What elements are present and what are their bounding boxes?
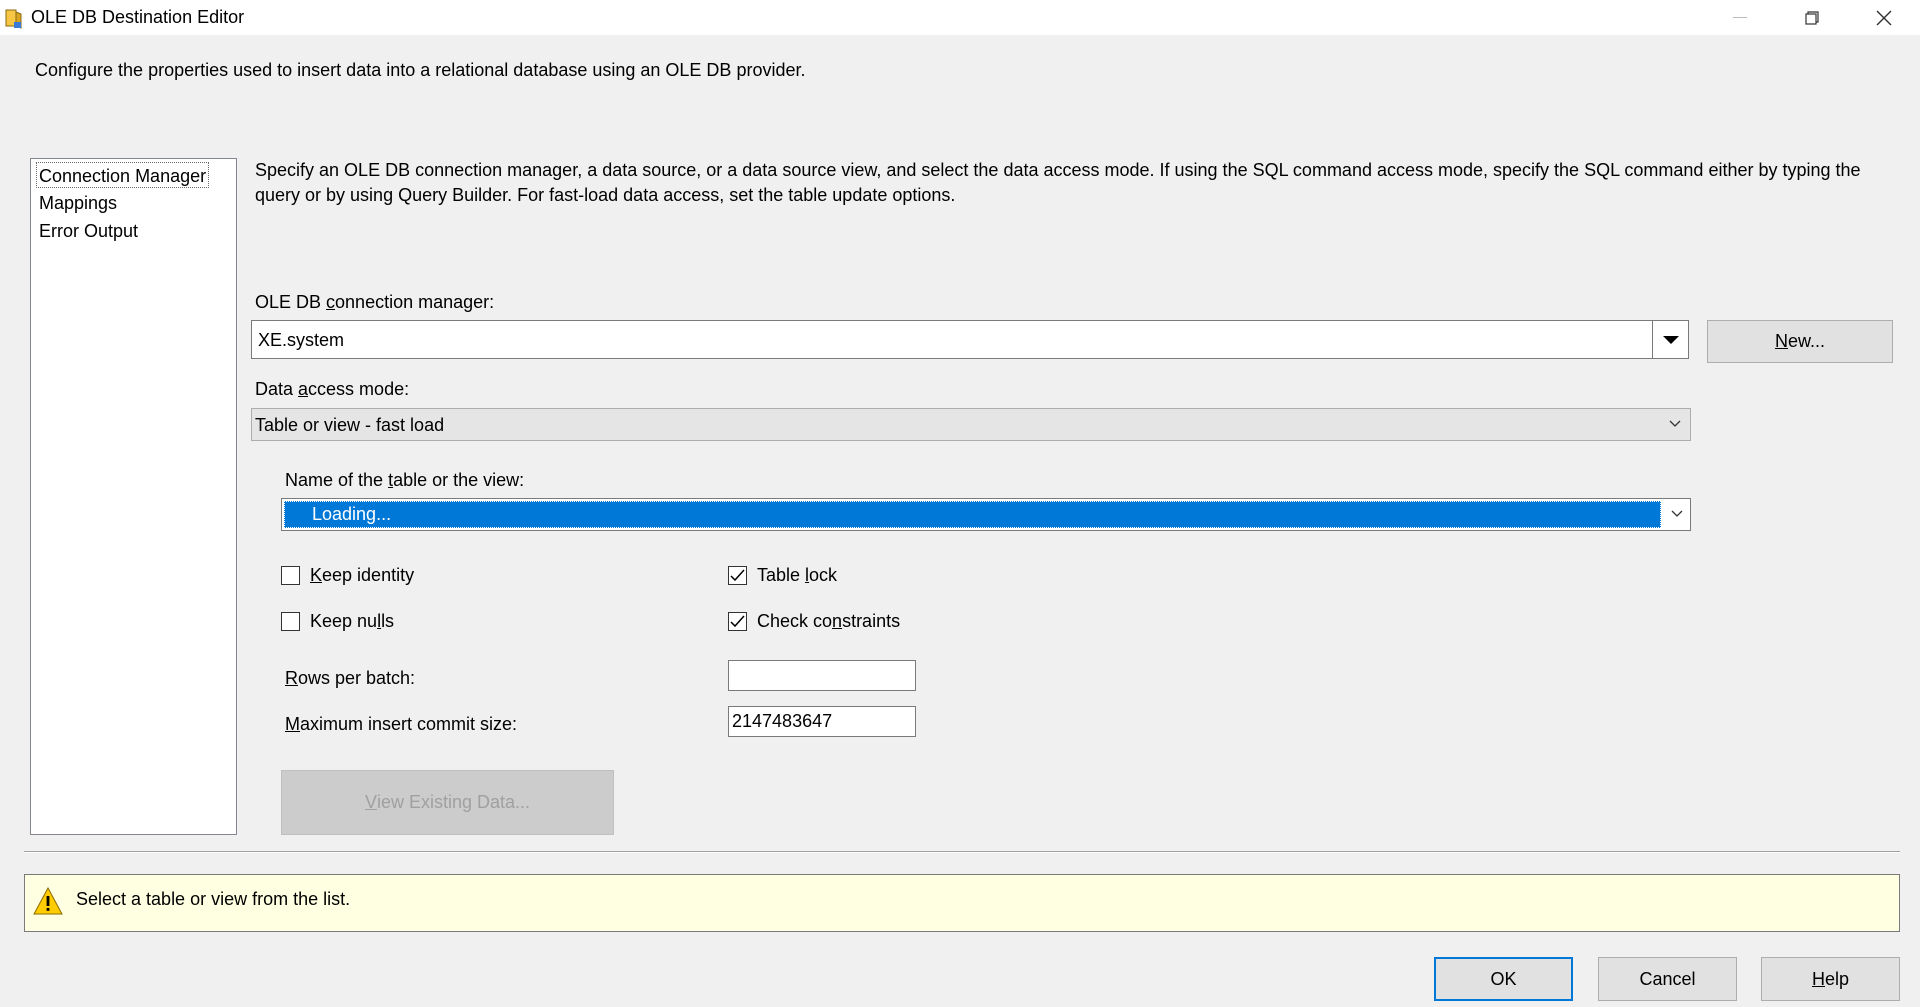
data-access-mode-label: Data access mode: <box>255 379 410 399</box>
view-existing-data-button[interactable]: View Existing Data... <box>281 770 614 835</box>
ssis-destination-icon <box>5 8 22 29</box>
checkmark-icon <box>730 569 745 582</box>
checkbox-box[interactable] <box>728 566 747 585</box>
checkmark-icon <box>730 615 745 628</box>
ok-button[interactable]: OK <box>1434 957 1573 1001</box>
cancel-button[interactable]: Cancel <box>1598 957 1737 1001</box>
table-name-value: Loading... <box>312 504 392 524</box>
warning-icon <box>33 886 63 920</box>
window-title: OLE DB Destination Editor <box>31 7 245 27</box>
ole-db-destination-editor-window: OLE DB Destination Editor Configure the … <box>0 0 1920 1007</box>
keep-nulls-checkbox[interactable]: Keep nulls <box>281 611 394 632</box>
data-access-mode-select[interactable]: Table or view - fast load <box>251 408 1691 441</box>
message-bar: Select a table or view from the list. <box>24 874 1900 932</box>
connection-manager-label: OLE DB connection manager: <box>255 292 495 312</box>
chevron-down-icon <box>1668 415 1682 436</box>
keep-identity-checkbox[interactable]: Keep identity <box>281 565 414 586</box>
triangle-down-icon <box>1662 329 1680 350</box>
restore-button[interactable] <box>1784 0 1840 35</box>
keep-identity-label: Keep identity <box>310 565 415 585</box>
title-bar: OLE DB Destination Editor <box>0 0 1920 35</box>
message-text: Select a table or view from the list. <box>76 889 351 909</box>
checkbox-box[interactable] <box>728 612 747 631</box>
page-description: Specify an OLE DB connection manager, a … <box>255 160 1861 205</box>
table-name-label: Name of the table or the view: <box>285 470 525 490</box>
max-insert-commit-label: Maximum insert commit size: <box>285 714 518 734</box>
nav-item-connection-manager[interactable]: Connection Manager <box>36 162 210 188</box>
connection-manager-value: XE.system <box>258 330 345 350</box>
check-constraints-checkbox[interactable]: Check constraints <box>728 611 900 632</box>
table-lock-label: Table lock <box>757 565 838 585</box>
table-lock-checkbox[interactable]: Table lock <box>728 565 837 586</box>
header-description: Configure the properties used to insert … <box>35 60 806 80</box>
nav-item-mappings[interactable]: Mappings <box>37 190 119 216</box>
keep-nulls-label: Keep nulls <box>310 611 395 631</box>
page-navigation-list: Connection Manager Mappings Error Output <box>30 158 237 835</box>
separator <box>24 851 1900 853</box>
max-insert-commit-input[interactable]: 2147483647 <box>728 706 916 737</box>
chevron-down-icon[interactable] <box>1670 505 1684 526</box>
new-connection-button[interactable]: New... <box>1707 320 1893 363</box>
close-button[interactable] <box>1856 0 1912 35</box>
minimize-button[interactable] <box>1712 0 1768 35</box>
data-access-mode-value: Table or view - fast load <box>255 415 445 435</box>
connection-manager-combobox[interactable]: XE.system <box>251 320 1689 359</box>
check-constraints-label: Check constraints <box>757 611 901 631</box>
checkbox-box[interactable] <box>281 612 300 631</box>
table-name-combobox[interactable]: Loading... <box>281 498 1691 531</box>
rows-per-batch-input[interactable] <box>728 660 916 691</box>
table-name-selection-highlight <box>284 501 1661 528</box>
checkbox-box[interactable] <box>281 566 300 585</box>
help-button[interactable]: Help <box>1761 957 1900 1001</box>
rows-per-batch-label: Rows per batch: <box>285 668 416 688</box>
connection-dropdown-button[interactable] <box>1652 321 1688 358</box>
nav-item-error-output[interactable]: Error Output <box>37 218 140 244</box>
